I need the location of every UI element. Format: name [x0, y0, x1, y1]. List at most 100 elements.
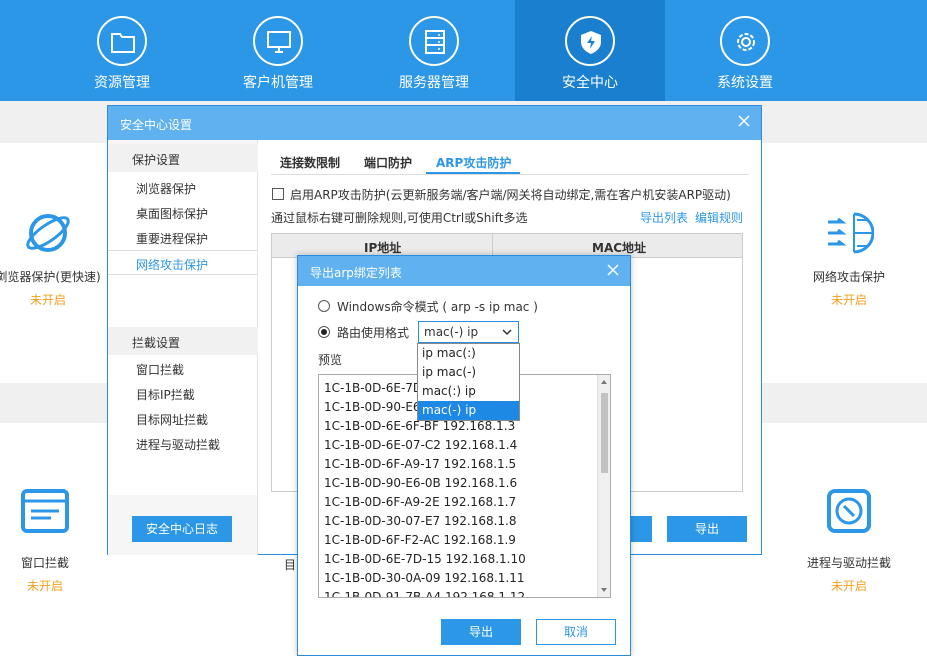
top-nav: 资源管理 客户机管理 服务器管理 安全中心 系统设置	[0, 0, 927, 101]
folder-icon	[97, 16, 147, 66]
edit-rules-link[interactable]: 编辑规则	[695, 209, 743, 226]
tab-divider	[271, 174, 749, 175]
sidebar-section-intercept: 拦截设置	[108, 327, 258, 355]
security-log-button[interactable]: 安全中心日志	[132, 516, 232, 542]
nav-label: 服务器管理	[399, 75, 469, 91]
format-select[interactable]: mac(-) ip	[418, 321, 519, 343]
sidebar-item-label: 网络攻击保护	[136, 258, 209, 272]
nav-item-resources[interactable]: 资源管理	[47, 0, 197, 101]
close-icon[interactable]	[604, 261, 622, 279]
tab-arp-protection[interactable]: ARP攻击防护	[436, 154, 511, 171]
enable-arp-label: 启用ARP攻击防护(云更新服务端/客户端/网关将自动绑定,需在客户机安装ARP驱…	[290, 188, 731, 202]
tab-port-protection[interactable]: 端口防护	[364, 154, 412, 171]
router-format-radio[interactable]	[318, 326, 330, 338]
preview-row: 1C-1B-0D-30-07-E7 192.168.1.8	[324, 514, 517, 528]
scroll-up-icon[interactable]	[601, 380, 607, 384]
section-title: 保护设置	[132, 153, 181, 167]
bg-card-process[interactable]: 进程与驱动拦截 未开启	[779, 488, 919, 594]
card-label: 窗口拦截	[20, 556, 69, 570]
sidebar-item-label: 窗口拦截	[136, 363, 185, 377]
bg-card-network[interactable]: 网络攻击保护 未开启	[779, 208, 919, 308]
bg-card-label-partial: 目	[284, 558, 297, 572]
close-icon[interactable]	[735, 112, 753, 130]
sidebar-item-label: 重要进程保护	[136, 232, 209, 246]
dialog-export-button[interactable]: 导出	[441, 619, 521, 645]
format-dropdown: ip mac(:) ip mac(-) mac(:) ip mac(-) ip	[417, 343, 520, 421]
tab-connection-limit[interactable]: 连接数限制	[280, 154, 340, 171]
sidebar-item-process-driver[interactable]: 进程与驱动拦截	[108, 431, 257, 456]
planet-icon	[26, 214, 70, 252]
nav-label: 系统设置	[717, 75, 773, 91]
preview-row: 1C-1B-0D-90-E6-0B 192.168.1.6	[324, 476, 518, 490]
section-title: 拦截设置	[132, 336, 181, 350]
sidebar-item-target-url[interactable]: 目标网址拦截	[108, 406, 257, 431]
sidebar-item-label: 进程与驱动拦截	[136, 438, 221, 452]
monitor-icon	[253, 16, 303, 66]
hint-text: 通过鼠标右键可删除规则,可使用Ctrl或Shift多选	[271, 211, 528, 225]
sidebar-section-protection: 保护设置	[108, 144, 258, 172]
dropdown-option[interactable]: mac(:) ip	[418, 382, 519, 401]
bg-card-browser[interactable]: 浏览器保护(更快速) 未开启	[0, 208, 118, 308]
disk-icon	[827, 489, 871, 533]
preview-row: 1C-1B-0D-6F-A9-2E 192.168.1.7	[324, 495, 517, 509]
card-status: 未开启	[29, 293, 66, 307]
shield-icon	[565, 16, 615, 66]
card-label: 浏览器保护(更快速)	[0, 270, 101, 284]
network-attack-icon	[828, 212, 874, 254]
sidebar-item-target-ip[interactable]: 目标IP拦截	[108, 381, 257, 406]
card-status: 未开启	[830, 293, 867, 307]
sidebar: 保护设置 浏览器保护 桌面图标保护 重要进程保护 网络攻击保护 拦截设置 窗口拦…	[108, 140, 258, 555]
column-header-mac[interactable]: MAC地址	[592, 239, 646, 256]
preview-row: 1C-1B-0D-30-0A-09 192.168.1.11	[324, 571, 525, 585]
sidebar-item-label: 目标网址拦截	[136, 413, 209, 427]
sidebar-item-label: 桌面图标保护	[136, 207, 209, 221]
preview-row: 1C-1B-0D-6E-7D	[324, 381, 423, 395]
dialog-title: 安全中心设置	[120, 118, 193, 132]
nav-item-clients[interactable]: 客户机管理	[203, 0, 353, 101]
sidebar-item-network[interactable]: 网络攻击保护	[108, 250, 257, 275]
nav-label: 安全中心	[562, 75, 618, 91]
sidebar-item-label: 目标IP拦截	[136, 388, 195, 402]
preview-row: 1C-1B-0D-6F-A9-17 192.168.1.5	[324, 457, 517, 471]
hidden-button[interactable]	[628, 516, 652, 542]
nav-item-servers[interactable]: 服务器管理	[359, 0, 509, 101]
server-icon	[409, 16, 459, 66]
sidebar-item-window[interactable]: 窗口拦截	[108, 356, 257, 381]
scrollbar[interactable]	[597, 375, 610, 597]
dialog-cancel-button[interactable]: 取消	[536, 619, 616, 645]
bg-card-window[interactable]: 窗口拦截 未开启	[0, 488, 115, 594]
dropdown-option[interactable]: ip mac(-)	[418, 363, 519, 382]
preview-row: 1C-1B-0D-91-7B-A4 192.168.1.12	[324, 590, 526, 598]
export-list-link[interactable]: 导出列表	[640, 209, 688, 226]
preview-row: 1C-1B-0D-6F-F2-AC 192.168.1.9	[324, 533, 516, 547]
export-arp-dialog: 导出arp绑定列表 Windows命令模式 ( arp -s ip mac ) …	[297, 255, 631, 656]
export-button[interactable]: 导出	[667, 516, 747, 542]
card-status: 未开启	[26, 579, 63, 593]
nav-item-settings[interactable]: 系统设置	[670, 0, 820, 101]
scrollbar-thumb[interactable]	[601, 393, 608, 473]
sidebar-item-desktop-icon[interactable]: 桌面图标保护	[108, 200, 257, 225]
dialog-titlebar[interactable]: 导出arp绑定列表	[298, 256, 630, 286]
tab-active-indicator	[426, 172, 520, 174]
card-label: 网络攻击保护	[812, 270, 885, 284]
dropdown-option[interactable]: ip mac(:)	[418, 344, 519, 363]
enable-arp-checkbox[interactable]	[272, 188, 284, 200]
card-status: 未开启	[830, 579, 867, 593]
sidebar-item-process[interactable]: 重要进程保护	[108, 225, 257, 250]
dialog-titlebar[interactable]: 安全中心设置	[108, 106, 761, 140]
scroll-down-icon[interactable]	[601, 588, 607, 592]
sidebar-item-browser[interactable]: 浏览器保护	[108, 175, 257, 200]
nav-item-security[interactable]: 安全中心	[515, 0, 665, 101]
dialog-title: 导出arp绑定列表	[310, 266, 402, 280]
format-select-value: mac(-) ip	[424, 325, 479, 339]
nav-label: 资源管理	[94, 75, 150, 91]
dropdown-option-selected[interactable]: mac(-) ip	[418, 401, 519, 420]
preview-label: 预览	[318, 353, 343, 367]
column-header-ip[interactable]: IP地址	[364, 239, 401, 256]
windows-cmd-radio[interactable]	[318, 300, 330, 312]
preview-row: 1C-1B-0D-90-E6	[324, 400, 421, 414]
sidebar-item-label: 浏览器保护	[136, 182, 197, 196]
card-label: 进程与驱动拦截	[806, 556, 891, 570]
preview-row: 1C-1B-0D-6E-7D-15 192.168.1.10	[324, 552, 526, 566]
nav-label: 客户机管理	[243, 75, 313, 91]
